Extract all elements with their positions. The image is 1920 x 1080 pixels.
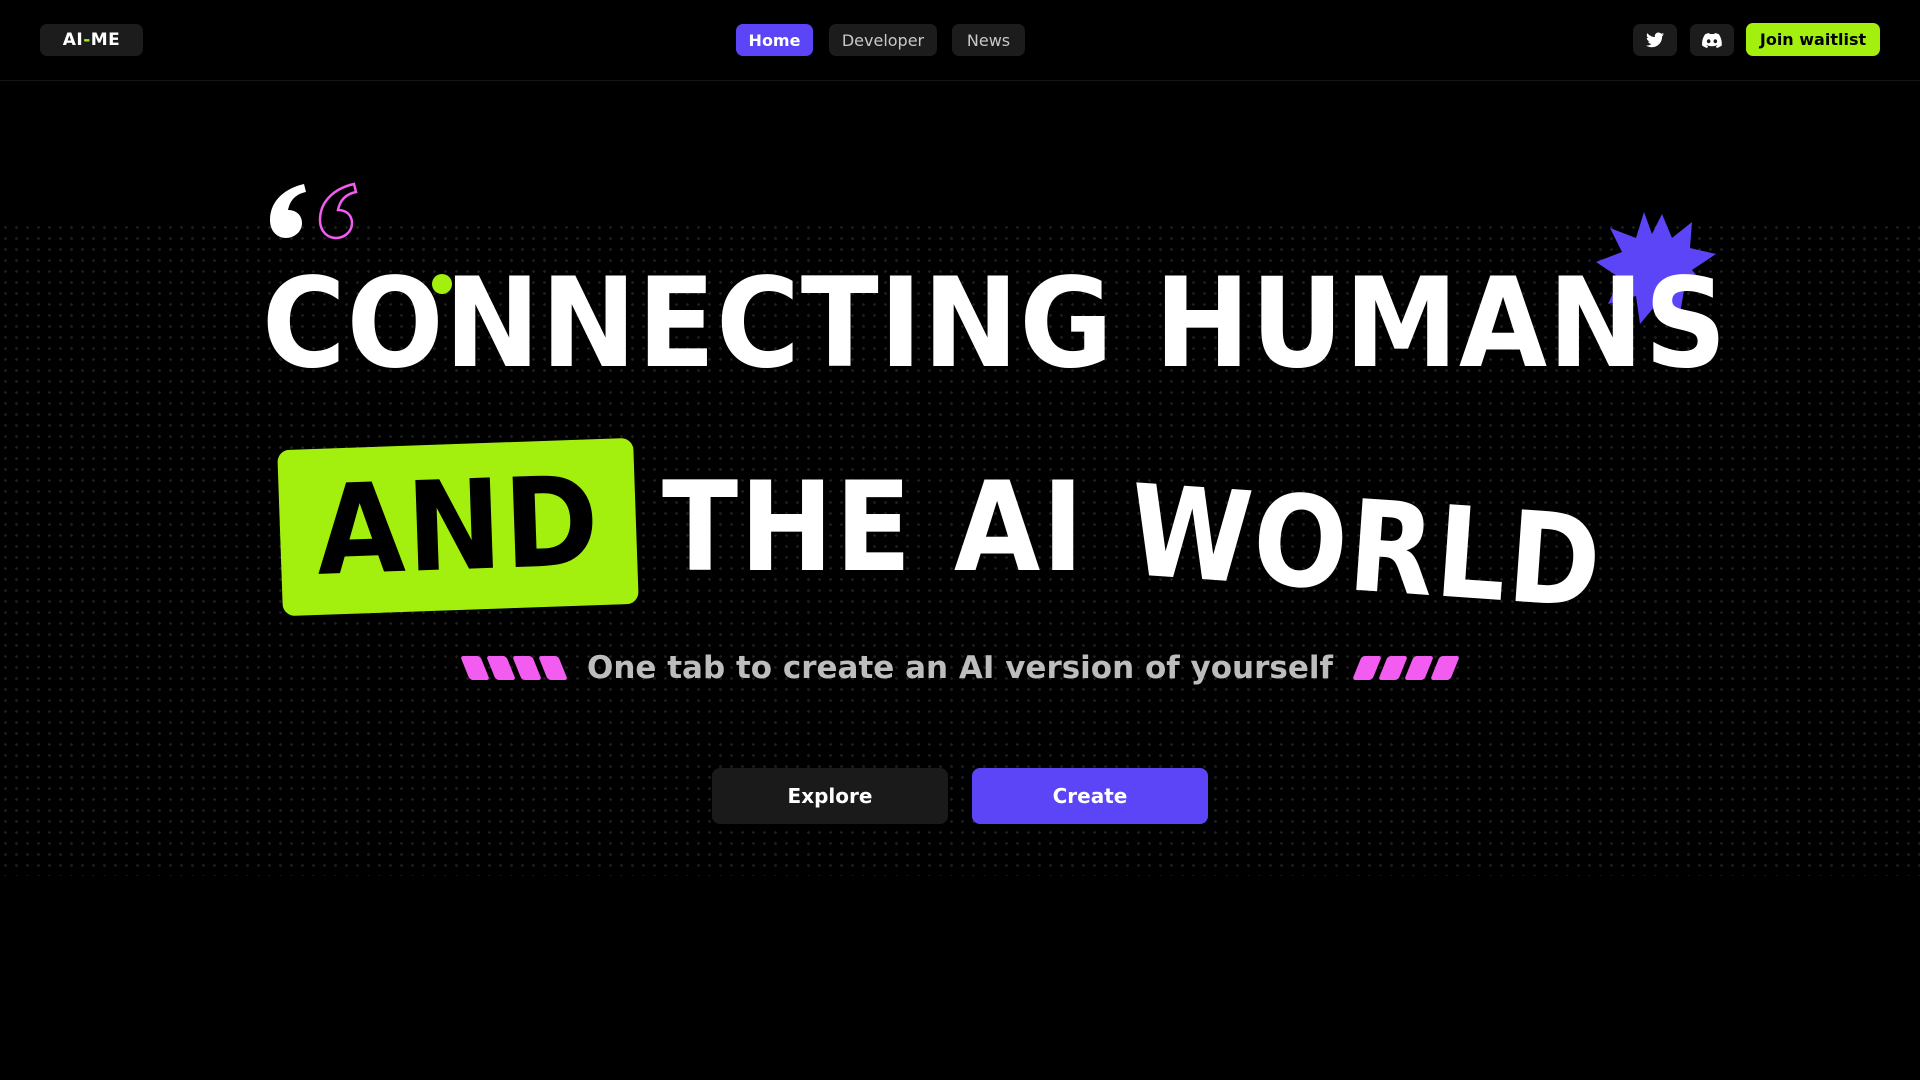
page: AI - ME Home Developer News Join waitlist … bbox=[0, 0, 1920, 1080]
headline-and: AND bbox=[313, 450, 603, 604]
logo-prefix: AI bbox=[62, 30, 84, 50]
create-button[interactable]: Create bbox=[972, 768, 1208, 824]
join-waitlist-button[interactable]: Join waitlist bbox=[1746, 23, 1880, 56]
headline-the-ai: THE AI bbox=[662, 456, 1086, 600]
logo[interactable]: AI - ME bbox=[40, 24, 143, 56]
top-nav: AI - ME Home Developer News Join waitlist bbox=[0, 0, 1920, 81]
stripes-right-icon bbox=[1352, 656, 1460, 680]
discord-button[interactable] bbox=[1690, 24, 1734, 56]
nav-home[interactable]: Home bbox=[736, 24, 813, 56]
headline-line-1: CONNECTING HUMANS bbox=[262, 252, 1728, 396]
headline-world: WORLD bbox=[1124, 457, 1608, 637]
quote-mark-icon bbox=[270, 182, 358, 240]
twitter-icon bbox=[1646, 32, 1664, 48]
logo-dash: - bbox=[83, 30, 91, 50]
nav-developer[interactable]: Developer bbox=[829, 24, 937, 56]
logo-suffix: ME bbox=[90, 30, 121, 50]
and-highlight-box: AND bbox=[277, 437, 639, 617]
twitter-button[interactable] bbox=[1633, 24, 1677, 56]
tagline-row: One tab to create an AI version of yours… bbox=[0, 648, 1920, 688]
stripes-left-icon bbox=[460, 656, 568, 680]
discord-icon bbox=[1702, 32, 1722, 48]
explore-button[interactable]: Explore bbox=[712, 768, 948, 824]
tagline: One tab to create an AI version of yours… bbox=[587, 650, 1333, 686]
nav-news[interactable]: News bbox=[952, 24, 1025, 56]
